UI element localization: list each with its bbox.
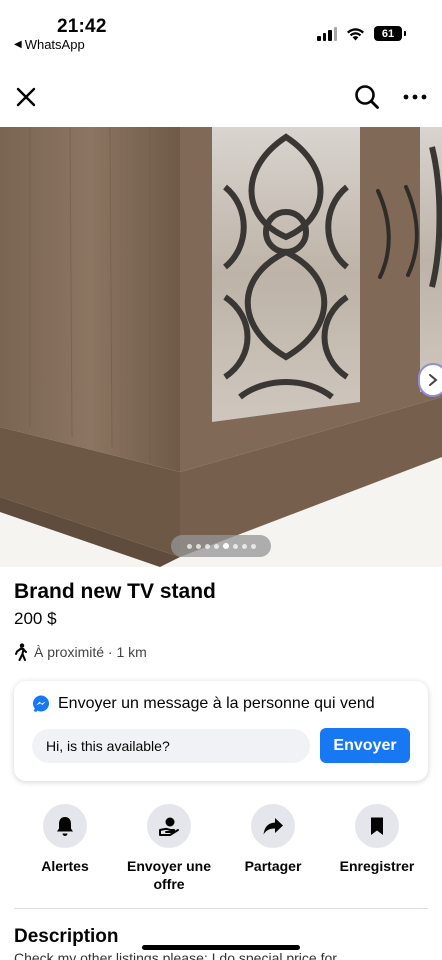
search-icon <box>355 85 379 109</box>
message-heading-label: Envoyer un message à la personne qui ven… <box>58 695 375 712</box>
pager-dot[interactable] <box>241 543 247 549</box>
pager-dot[interactable] <box>204 543 210 549</box>
back-app-label: WhatsApp <box>24 37 85 52</box>
share-icon <box>263 818 283 835</box>
alerts-label: Alertes <box>41 858 89 874</box>
pager-dot[interactable] <box>222 543 229 549</box>
image-pager-dots[interactable] <box>171 535 271 557</box>
wifi-icon <box>347 27 364 40</box>
listing-title: Brand new TV stand <box>14 580 216 603</box>
nav-bar <box>0 72 442 122</box>
message-heading: Envoyer un message à la personne qui ven… <box>32 695 375 713</box>
bell-icon <box>57 817 73 836</box>
make-offer-action[interactable]: Envoyer une offre <box>119 804 219 893</box>
more-icon <box>403 94 427 100</box>
location-label: À proximité · 1 km <box>34 644 147 660</box>
pager-dot[interactable] <box>250 543 256 549</box>
search-button[interactable] <box>350 80 384 114</box>
description-title: Description <box>14 926 119 947</box>
description-text: Check my other listings please: I do spe… <box>14 950 337 960</box>
back-to-app-link[interactable]: ◀ WhatsApp <box>14 37 85 52</box>
battery-icon: 61 <box>374 26 406 41</box>
listing-actions: Alertes Envoyer une offre Partager Enreg… <box>0 804 442 894</box>
status-bar: 21:42 ◀ WhatsApp 61 <box>0 0 442 60</box>
signal-icon <box>317 26 337 41</box>
status-time: 21:42 <box>57 16 107 37</box>
message-seller-card: Envoyer un message à la personne qui ven… <box>14 681 428 781</box>
home-indicator[interactable] <box>142 945 300 950</box>
close-button[interactable] <box>9 80 43 114</box>
bookmark-icon <box>371 817 383 835</box>
message-input[interactable] <box>32 729 310 763</box>
chevron-right-icon <box>429 374 438 386</box>
share-action[interactable]: Partager <box>223 804 323 875</box>
messenger-icon <box>33 695 49 713</box>
make-offer-label: Envoyer une offre <box>126 858 212 892</box>
share-label: Partager <box>244 858 302 874</box>
more-button[interactable] <box>398 80 432 114</box>
pager-dot[interactable] <box>195 543 201 549</box>
send-message-button[interactable]: Envoyer <box>320 728 410 763</box>
listing-price: 200 $ <box>14 609 57 628</box>
alerts-action[interactable]: Alertes <box>15 804 115 875</box>
pager-dot[interactable] <box>213 543 219 549</box>
tv-stand-photo <box>0 127 442 567</box>
listing-location: À proximité · 1 km <box>14 643 147 661</box>
walking-person-icon <box>15 643 27 661</box>
save-label: Enregistrer <box>339 858 415 874</box>
status-icons: 61 <box>317 26 406 41</box>
save-action[interactable]: Enregistrer <box>327 804 427 875</box>
pager-dot[interactable] <box>232 543 238 549</box>
product-image[interactable] <box>0 127 442 567</box>
offer-icon <box>159 817 179 836</box>
next-image-button[interactable] <box>418 363 442 397</box>
close-icon <box>16 87 36 107</box>
divider <box>14 908 428 909</box>
pager-dot[interactable] <box>186 543 192 549</box>
back-arrow-icon: ◀ <box>14 39 22 50</box>
